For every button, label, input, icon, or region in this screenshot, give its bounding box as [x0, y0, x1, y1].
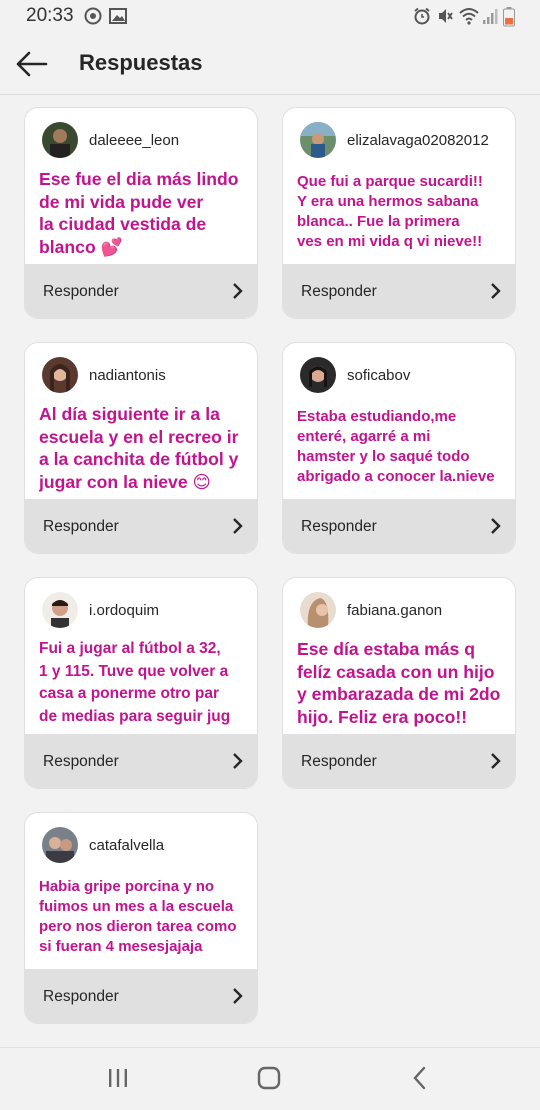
username[interactable]: soficabov [347, 367, 410, 384]
back-icon[interactable] [408, 1066, 432, 1090]
chevron-right-icon [233, 283, 243, 299]
avatar[interactable] [42, 122, 78, 158]
avatar[interactable] [300, 357, 336, 393]
avatar[interactable] [42, 357, 78, 393]
gallery-icon [109, 8, 127, 24]
reply-card: fabiana.ganon Ese día estaba más q felíz… [282, 577, 516, 789]
username[interactable]: elizalavaga02082012 [347, 132, 489, 149]
reply-text: Que fui a parque sucardi!! Y era una her… [297, 173, 483, 250]
mute-icon [439, 9, 453, 23]
reply-card: catafalvella Habia gripe porcina y no fu… [24, 812, 258, 1024]
replies-grid[interactable]: daleeee_leon Ese fue el dia más lindo de… [0, 96, 540, 1047]
reply-card: daleeee_leon Ese fue el dia más lindo de… [24, 107, 258, 319]
reply-button[interactable]: Responder [283, 499, 515, 553]
battery-icon [503, 7, 515, 27]
status-time: 20:33 [26, 5, 74, 26]
sync-badge-icon [84, 7, 102, 25]
app-header: Respuestas [0, 32, 540, 95]
reply-label: Responder [43, 283, 119, 300]
reply-button[interactable]: Responder [283, 264, 515, 318]
chevron-right-icon [233, 518, 243, 534]
page-title: Respuestas [79, 50, 203, 75]
reply-label: Responder [43, 518, 119, 535]
back-arrow-icon[interactable] [14, 50, 48, 78]
reply-card: soficabov Estaba estudiando,me enteré, a… [282, 342, 516, 554]
signal-icon [483, 9, 498, 24]
avatar[interactable] [42, 592, 78, 628]
reply-button[interactable]: Responder [25, 969, 257, 1023]
username[interactable]: daleeee_leon [89, 132, 179, 149]
reply-label: Responder [43, 753, 119, 770]
username[interactable]: i.ordoquim [89, 602, 159, 619]
avatar[interactable] [42, 827, 78, 863]
reply-text: Fui a jugar al fútbol a 32, 1 y 115. Tuv… [39, 640, 231, 725]
status-bar: 20:33 [0, 0, 540, 32]
chevron-right-icon [233, 988, 243, 1004]
alarm-icon [414, 7, 430, 25]
reply-label: Responder [43, 988, 119, 1005]
wifi-icon [459, 8, 479, 25]
recent-apps-icon[interactable] [106, 1066, 130, 1090]
chevron-right-icon [233, 753, 243, 769]
reply-button[interactable]: Responder [25, 499, 257, 553]
reply-card: elizalavaga02082012 Que fui a parque suc… [282, 107, 516, 319]
reply-text: Ese fue el dia más lindo de mi vida pude… [39, 169, 239, 257]
chevron-right-icon [491, 753, 501, 769]
home-icon[interactable] [257, 1066, 281, 1090]
reply-text: Habia gripe porcina y no fuimos un mes a… [39, 878, 237, 955]
reply-button[interactable]: Responder [283, 734, 515, 788]
avatar[interactable] [300, 592, 336, 628]
username[interactable]: nadiantonis [89, 367, 166, 384]
reply-card: nadiantonis Al día siguiente ir a la esc… [24, 342, 258, 554]
reply-text: Estaba estudiando,me enteré, agarré a mi… [297, 408, 495, 485]
chevron-right-icon [491, 283, 501, 299]
username[interactable]: catafalvella [89, 837, 164, 854]
reply-label: Responder [301, 283, 377, 300]
username[interactable]: fabiana.ganon [347, 602, 442, 619]
reply-text: Al día siguiente ir a la escuela y en el… [39, 404, 239, 492]
reply-text: Ese día estaba más q felíz casada con un… [297, 639, 501, 727]
avatar[interactable] [300, 122, 336, 158]
reply-label: Responder [301, 518, 377, 535]
chevron-right-icon [491, 518, 501, 534]
reply-card: i.ordoquim Fui a jugar al fútbol a 32, 1… [24, 577, 258, 789]
reply-button[interactable]: Responder [25, 264, 257, 318]
reply-label: Responder [301, 753, 377, 770]
reply-button[interactable]: Responder [25, 734, 257, 788]
system-nav-bar [0, 1047, 540, 1110]
